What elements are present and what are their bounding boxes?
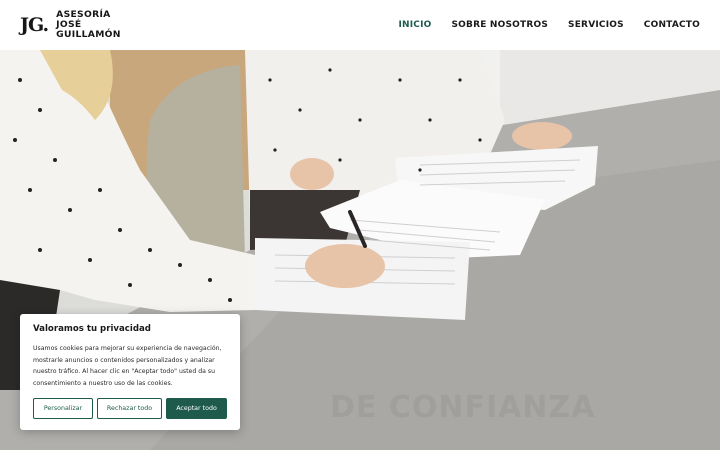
site-header: JG. ASESORÍA JOSÉ GUILLAMÓN INICIO SOBRE… bbox=[0, 0, 720, 50]
logo-line-3: GUILLAMÓN bbox=[56, 29, 121, 40]
accept-all-button[interactable]: Aceptar todo bbox=[166, 398, 227, 420]
reject-all-button[interactable]: Rechazar todo bbox=[97, 398, 162, 420]
nav-link-contacto[interactable]: CONTACTO bbox=[644, 20, 700, 30]
customize-button[interactable]: Personalizar bbox=[33, 398, 93, 420]
cookie-buttons: Personalizar Rechazar todo Aceptar todo bbox=[33, 398, 227, 420]
cookie-banner: Valoramos tu privacidad Usamos cookies p… bbox=[20, 314, 240, 430]
logo-text: ASESORÍA JOSÉ GUILLAMÓN bbox=[56, 10, 121, 40]
main-nav: INICIO SOBRE NOSOTROS SERVICIOS CONTACTO bbox=[398, 20, 700, 30]
logo-mark: JG. bbox=[20, 13, 49, 36]
nav-link-sobre-nosotros[interactable]: SOBRE NOSOTROS bbox=[452, 20, 549, 30]
nav-link-servicios[interactable]: SERVICIOS bbox=[568, 20, 624, 30]
hero-watermark: DE CONFIANZA bbox=[330, 390, 596, 425]
site-logo[interactable]: JG. ASESORÍA JOSÉ GUILLAMÓN bbox=[20, 10, 121, 40]
cookie-text: Usamos cookies para mejorar su experienc… bbox=[33, 345, 222, 387]
nav-link-inicio[interactable]: INICIO bbox=[398, 20, 431, 30]
cookie-title: Valoramos tu privacidad bbox=[33, 324, 151, 334]
